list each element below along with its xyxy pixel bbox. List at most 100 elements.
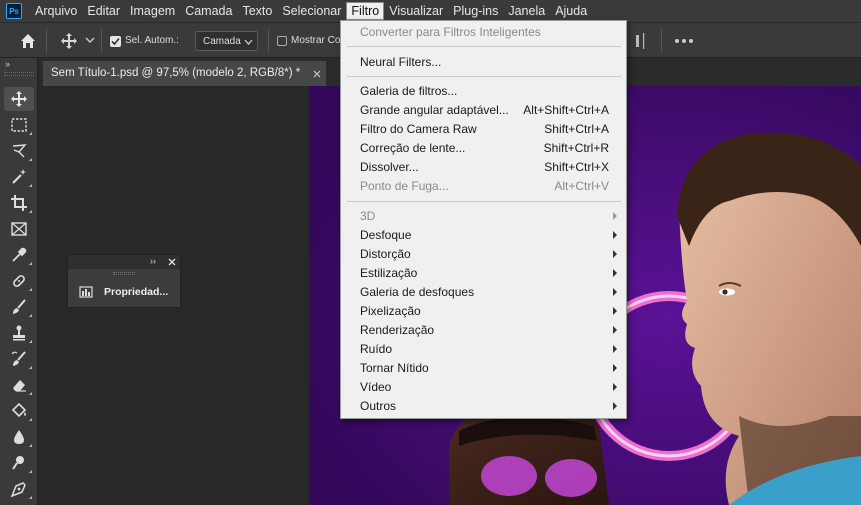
photoshop-logo[interactable]: Ps xyxy=(6,3,22,19)
paint-bucket-tool[interactable] xyxy=(4,399,34,423)
pen-tool[interactable] xyxy=(4,477,34,501)
menu-item-outros[interactable]: Outros xyxy=(341,397,626,416)
magic-wand-tool[interactable] xyxy=(4,165,34,189)
menu-item-renderizacao[interactable]: Renderização xyxy=(341,321,626,340)
auto-select-target-dropdown[interactable]: Camada xyxy=(195,31,258,51)
tool-flyout-indicator xyxy=(29,314,32,317)
chevron-down-icon[interactable] xyxy=(85,35,95,45)
blur-icon xyxy=(14,430,24,444)
menu-item-converter-filtros-inteligentes[interactable]: Converter para Filtros Inteligentes xyxy=(341,23,626,42)
menu-ajuda[interactable]: Ajuda xyxy=(550,0,592,22)
menu-texto[interactable]: Texto xyxy=(237,0,277,22)
menu-item-grande-angular[interactable]: Grande angular adaptável... Alt+Shift+Ct… xyxy=(341,101,626,120)
submenu-arrow-icon xyxy=(613,250,617,258)
auto-select-label: Sel. Autom.: xyxy=(125,35,179,46)
divider xyxy=(661,29,662,53)
clone-stamp-tool[interactable] xyxy=(4,321,34,345)
close-icon[interactable] xyxy=(168,258,176,266)
lasso-tool[interactable] xyxy=(4,139,34,163)
crop-tool[interactable] xyxy=(4,191,34,215)
menu-plugins[interactable]: Plug-ins xyxy=(448,0,503,22)
panel-grip[interactable] xyxy=(113,272,135,275)
eyedropper-tool[interactable] xyxy=(4,243,34,267)
move-tool-icon[interactable] xyxy=(60,32,78,50)
submenu-arrow-icon xyxy=(613,345,617,353)
move-tool[interactable] xyxy=(4,87,34,111)
menu-item-ruido[interactable]: Ruído xyxy=(341,340,626,359)
dodge-tool[interactable] xyxy=(4,451,34,475)
photoshop-window: Ps Arquivo Editar Imagem Camada Texto Se… xyxy=(0,0,861,505)
menu-editar[interactable]: Editar xyxy=(82,0,125,22)
menu-item-ponto-de-fuga[interactable]: Ponto de Fuga... Alt+Ctrl+V xyxy=(341,177,626,196)
menu-selecionar[interactable]: Selecionar xyxy=(277,0,346,22)
menu-item-video[interactable]: Vídeo xyxy=(341,378,626,397)
history-brush-icon xyxy=(11,351,26,366)
tool-flyout-indicator xyxy=(29,418,32,421)
menu-arquivo[interactable]: Arquivo xyxy=(30,0,82,22)
properties-icon xyxy=(79,286,93,298)
tool-flyout-indicator xyxy=(29,340,32,343)
show-controls-checkbox[interactable] xyxy=(277,36,287,46)
history-brush-tool[interactable] xyxy=(4,347,34,371)
menu-visualizar[interactable]: Visualizar xyxy=(384,0,448,22)
healing-brush-tool[interactable] xyxy=(4,269,34,293)
menu-imagem[interactable]: Imagem xyxy=(125,0,180,22)
menu-item-3d[interactable]: 3D xyxy=(341,207,626,226)
menu-item-correcao-de-lente[interactable]: Correção de lente... Shift+Ctrl+R xyxy=(341,139,626,158)
menu-item-galeria-de-filtros[interactable]: Galeria de filtros... xyxy=(341,82,626,101)
submenu-arrow-icon xyxy=(613,383,617,391)
panel-grip[interactable] xyxy=(4,72,34,76)
tool-flyout-indicator xyxy=(29,470,32,473)
align-icon[interactable] xyxy=(634,33,648,49)
tools-panel: ›› xyxy=(0,58,38,505)
tool-flyout-indicator xyxy=(29,184,32,187)
brush-tool[interactable] xyxy=(4,295,34,319)
shortcut-label: Alt+Shift+Ctrl+A xyxy=(523,103,609,117)
tool-flyout-indicator xyxy=(29,288,32,291)
menu-item-desfoque[interactable]: Desfoque xyxy=(341,226,626,245)
menu-item-dissolver[interactable]: Dissolver... Shift+Ctrl+X xyxy=(341,158,626,177)
menu-filtro[interactable]: Filtro xyxy=(346,2,385,20)
menu-item-pixelizacao[interactable]: Pixelização xyxy=(341,302,626,321)
submenu-arrow-icon xyxy=(613,288,617,296)
properties-panel-header[interactable]: ›› xyxy=(68,255,180,269)
home-icon[interactable] xyxy=(19,32,37,50)
frame-tool[interactable] xyxy=(4,217,34,241)
show-controls-label: Mostrar Co xyxy=(291,35,341,46)
close-icon[interactable] xyxy=(313,70,321,78)
dodge-icon xyxy=(12,456,24,470)
properties-panel-label[interactable]: Propriedad... xyxy=(104,286,168,298)
chevron-down-icon xyxy=(244,39,253,45)
submenu-arrow-icon xyxy=(613,212,617,220)
eraser-tool[interactable] xyxy=(4,373,34,397)
menu-separator xyxy=(347,76,621,77)
auto-select-checkbox[interactable] xyxy=(110,36,121,47)
shortcut-label: Shift+Ctrl+R xyxy=(543,141,609,155)
properties-panel: ›› Propriedad... xyxy=(67,254,181,308)
menu-camada[interactable]: Camada xyxy=(180,0,237,22)
collapse-panel-button[interactable]: ›› xyxy=(5,59,10,69)
menu-item-neural-filters[interactable]: Neural Filters... xyxy=(341,53,626,72)
menu-item-tornar-nitido[interactable]: Tornar Nítido xyxy=(341,359,626,378)
menu-bar: Ps Arquivo Editar Imagem Camada Texto Se… xyxy=(0,0,861,22)
tool-flyout-indicator xyxy=(29,210,32,213)
menu-janela[interactable]: Janela xyxy=(503,0,550,22)
menu-item-camera-raw[interactable]: Filtro do Camera Raw Shift+Ctrl+A xyxy=(341,120,626,139)
move-icon xyxy=(11,91,27,107)
more-options-icon[interactable] xyxy=(674,38,694,44)
menu-item-galeria-de-desfoques[interactable]: Galeria de desfoques xyxy=(341,283,626,302)
divider xyxy=(46,29,47,53)
marquee-tool[interactable] xyxy=(4,113,34,137)
menu-item-distorcao[interactable]: Distorção xyxy=(341,245,626,264)
menu-item-estilizacao[interactable]: Estilização xyxy=(341,264,626,283)
auto-select-target-value: Camada xyxy=(203,36,241,47)
healing-brush-icon xyxy=(13,275,25,287)
document-tab[interactable]: Sem Título-1.psd @ 97,5% (modelo 2, RGB/… xyxy=(43,61,326,86)
submenu-arrow-icon xyxy=(613,364,617,372)
blur-tool[interactable] xyxy=(4,425,34,449)
expand-panel-button[interactable]: ›› xyxy=(150,256,156,266)
menu-separator xyxy=(347,46,621,47)
tool-flyout-indicator xyxy=(29,132,32,135)
filter-menu-dropdown: Converter para Filtros Inteligentes Neur… xyxy=(340,20,627,419)
eyedropper-icon xyxy=(12,247,27,262)
